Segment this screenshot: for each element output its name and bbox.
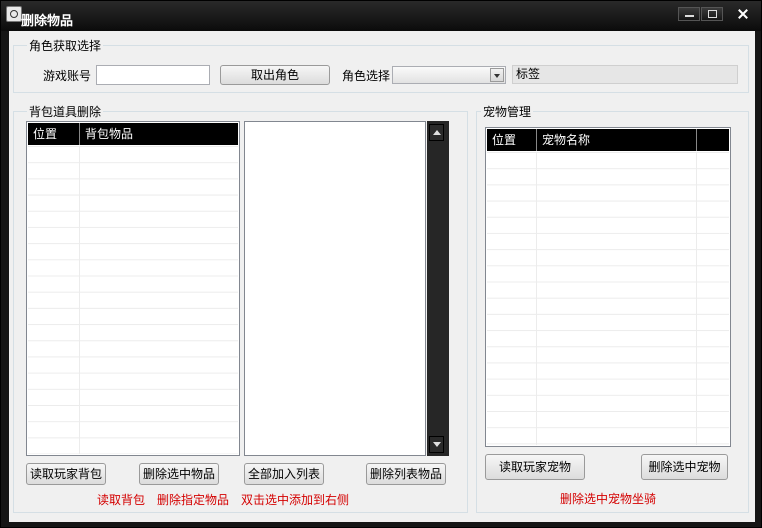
backpack-listview[interactable]: 位置 背包物品 <box>26 121 240 456</box>
pet-group-title: 宠物管理 <box>481 103 534 120</box>
hint-double-click: 双击选中添加到右侧 <box>241 493 350 507</box>
column-backpack-item[interactable]: 背包物品 <box>80 123 238 145</box>
close-button[interactable] <box>728 7 758 21</box>
hint-delete-pet: 删除选中宠物坐骑 <box>560 492 657 506</box>
backpack-list-header: 位置 背包物品 <box>28 123 238 145</box>
column-pet-position[interactable]: 位置 <box>487 129 537 151</box>
column-pet-name[interactable]: 宠物名称 <box>537 129 697 151</box>
maximize-button[interactable] <box>701 7 723 21</box>
scroll-up-icon[interactable] <box>429 124 444 141</box>
role-select-label: 角色选择 <box>342 69 391 83</box>
app-icon <box>6 6 22 22</box>
delete-list-items-button[interactable]: 删除列表物品 <box>366 463 446 485</box>
account-input[interactable] <box>96 65 210 85</box>
hint-delete-item: 删除指定物品 <box>157 493 230 507</box>
title-bar[interactable]: 删除物品 <box>1 1 761 31</box>
add-all-to-list-button[interactable]: 全部加入列表 <box>244 463 324 485</box>
column-pet-extra[interactable] <box>697 129 729 151</box>
scroll-down-icon[interactable] <box>429 436 444 453</box>
window-title: 删除物品 <box>21 14 74 29</box>
tag-field: 标签 <box>512 65 738 84</box>
selected-items-listbox[interactable] <box>244 121 426 456</box>
listbox-scrollbar[interactable] <box>427 121 449 456</box>
account-label: 游戏账号 <box>43 69 92 83</box>
role-group-title: 角色获取选择 <box>27 37 104 54</box>
column-position[interactable]: 位置 <box>28 123 80 145</box>
hint-read-backpack: 读取背包 <box>97 493 146 507</box>
delete-selected-pet-button[interactable]: 删除选中宠物 <box>641 454 728 480</box>
client-area: 角色获取选择 游戏账号 取出角色 角色选择 标签 背包道具删除 位置 背包物品 <box>9 31 755 522</box>
read-pets-button[interactable]: 读取玩家宠物 <box>485 454 585 480</box>
role-select-dropdown[interactable] <box>392 66 506 84</box>
delete-selected-item-button[interactable]: 删除选中物品 <box>139 463 219 485</box>
read-backpack-button[interactable]: 读取玩家背包 <box>26 463 106 485</box>
app-window: 删除物品 角色获取选择 游戏账号 取出角色 角色选择 标签 背包道具删除 位置 … <box>0 0 762 528</box>
backpack-list-rows[interactable] <box>28 146 238 454</box>
chevron-down-icon[interactable] <box>490 68 504 82</box>
pet-listview[interactable]: 位置 宠物名称 <box>485 127 731 447</box>
backpack-group-title: 背包道具删除 <box>27 103 104 120</box>
minimize-button[interactable] <box>678 7 700 21</box>
fetch-role-button[interactable]: 取出角色 <box>220 65 330 85</box>
pet-list-rows[interactable] <box>487 152 729 445</box>
pet-list-header: 位置 宠物名称 <box>487 129 729 151</box>
